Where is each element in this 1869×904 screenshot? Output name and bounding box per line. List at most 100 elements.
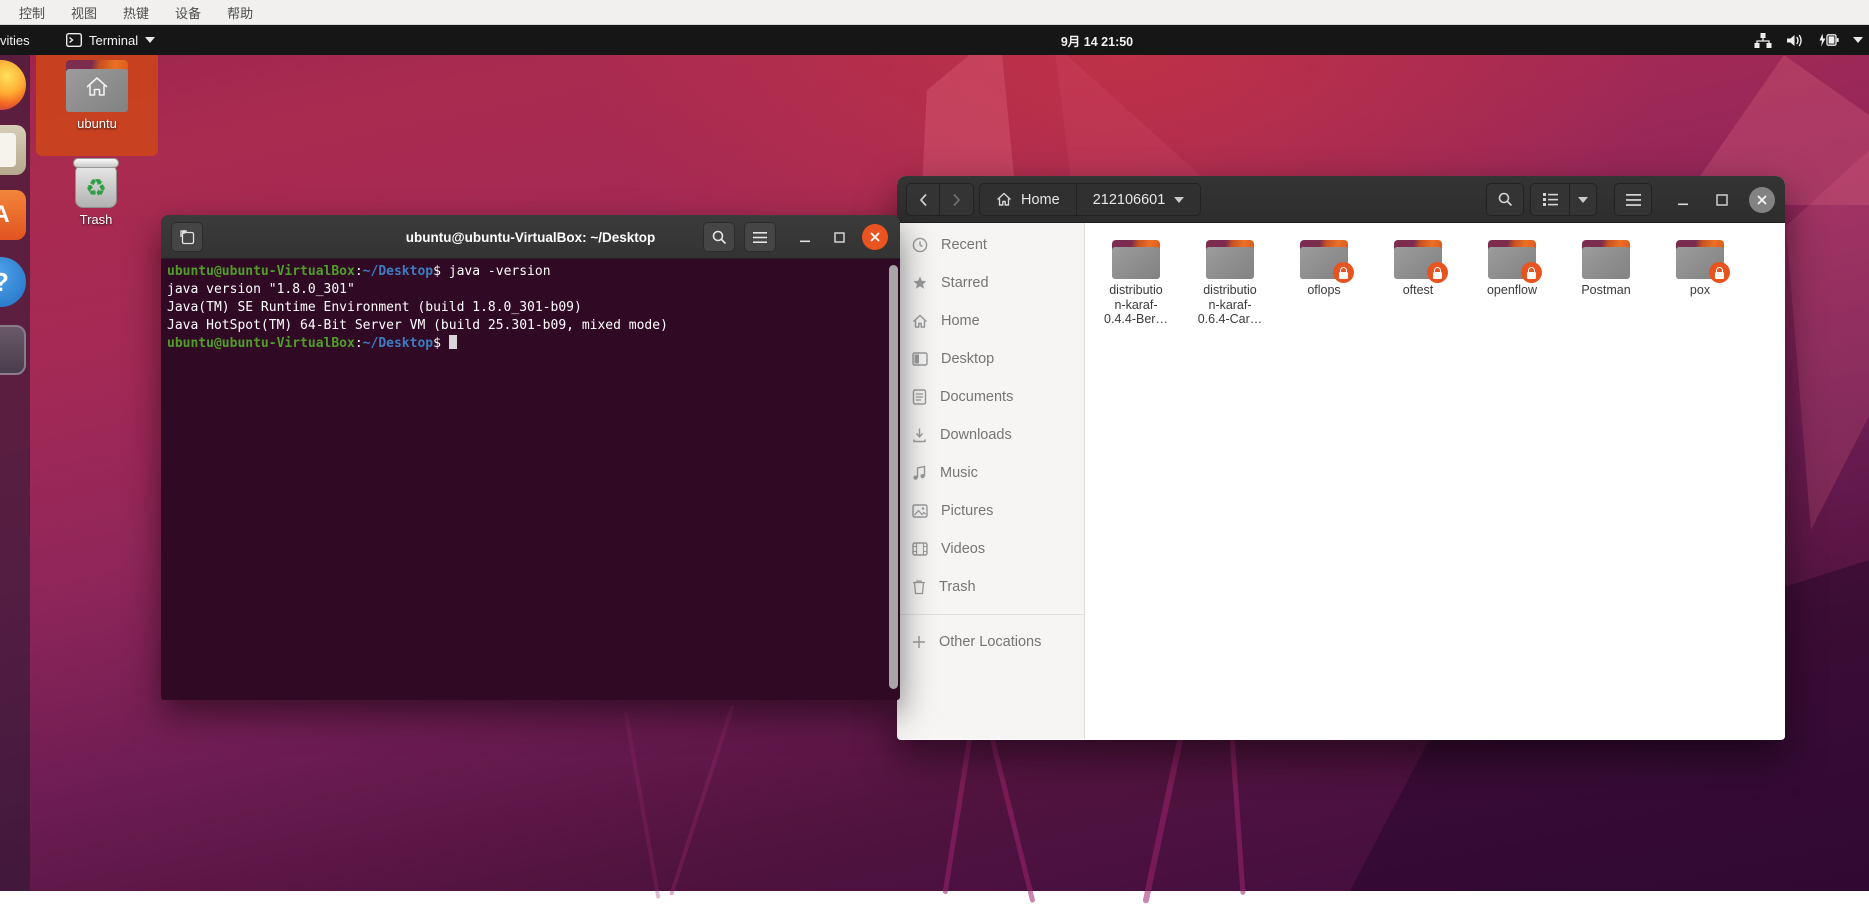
forward-button[interactable] bbox=[940, 183, 974, 216]
close-button[interactable] bbox=[1749, 187, 1775, 213]
system-tray[interactable] bbox=[1754, 25, 1863, 55]
menu-view[interactable]: 视图 bbox=[71, 3, 97, 22]
folder-item[interactable]: oflops bbox=[1277, 240, 1371, 298]
plus-icon bbox=[912, 635, 926, 649]
back-button[interactable] bbox=[906, 183, 940, 216]
lock-emblem bbox=[1427, 262, 1448, 283]
folder-item[interactable]: openflow bbox=[1465, 240, 1559, 298]
document-icon bbox=[912, 389, 927, 405]
minimize-button[interactable] bbox=[794, 231, 816, 243]
lock-emblem bbox=[1333, 262, 1354, 283]
hamburger-menu-button[interactable] bbox=[1614, 183, 1652, 216]
sidebar-item-downloads[interactable]: Downloads bbox=[897, 416, 1084, 454]
focused-app-label: Terminal bbox=[89, 33, 138, 48]
pictures-icon bbox=[912, 504, 928, 518]
menu-input[interactable]: 热键 bbox=[123, 3, 149, 22]
virtualbox-menubar: 控制 视图 热键 设备 帮助 bbox=[0, 0, 1869, 25]
prompt-symbol: $ bbox=[433, 336, 441, 351]
dock: A ? bbox=[0, 55, 30, 891]
close-button[interactable] bbox=[862, 224, 888, 250]
maximize-button[interactable] bbox=[828, 232, 850, 243]
sidebar-label: Recent bbox=[941, 237, 987, 253]
terminal-line: ubuntu@ubuntu-VirtualBox:~/Desktop$ java… bbox=[167, 263, 894, 281]
sidebar-item-documents[interactable]: Documents bbox=[897, 378, 1084, 416]
prompt-path: ~/Desktop bbox=[363, 336, 433, 351]
chevron-down-icon bbox=[145, 37, 155, 43]
terminal-menu-button[interactable] bbox=[744, 222, 776, 252]
gnome-top-bar: vities Terminal 9月 14 21:50 bbox=[0, 25, 1869, 55]
sidebar-item-home[interactable]: Home bbox=[897, 302, 1084, 340]
search-icon bbox=[712, 230, 727, 245]
path-segment-label: 212106601 bbox=[1093, 192, 1166, 208]
new-tab-button[interactable] bbox=[171, 222, 203, 252]
folder-icon bbox=[66, 60, 128, 112]
lock-emblem bbox=[1709, 262, 1730, 283]
clock-icon bbox=[912, 237, 928, 253]
list-view-icon bbox=[1543, 193, 1558, 206]
trash-icon bbox=[912, 579, 926, 595]
star-icon bbox=[912, 275, 928, 291]
maximize-button[interactable] bbox=[1710, 194, 1734, 206]
folder-name: distributio n-karaf- 0.4.4-Ber… bbox=[1104, 283, 1168, 327]
sidebar-label: Videos bbox=[941, 541, 985, 557]
terminal-header-bar[interactable]: ubuntu@ubuntu-VirtualBox: ~/Desktop bbox=[161, 215, 900, 259]
sidebar-label: Trash bbox=[939, 579, 976, 595]
sidebar-label: Starred bbox=[941, 275, 989, 291]
view-options-button[interactable] bbox=[1570, 183, 1597, 216]
folder-item[interactable]: oftest bbox=[1371, 240, 1465, 298]
dock-help-icon[interactable]: ? bbox=[0, 257, 26, 307]
search-button[interactable] bbox=[1486, 183, 1524, 216]
folder-item[interactable]: pox bbox=[1653, 240, 1747, 298]
terminal-content[interactable]: ubuntu@ubuntu-VirtualBox:~/Desktop$ java… bbox=[161, 259, 900, 700]
files-window: Home 212106601 bbox=[897, 176, 1785, 740]
files-sidebar: Recent Starred Home Desktop bbox=[897, 223, 1085, 739]
path-segment-current[interactable]: 212106601 bbox=[1076, 184, 1201, 215]
sidebar-item-pictures[interactable]: Pictures bbox=[897, 492, 1084, 530]
menu-help[interactable]: 帮助 bbox=[227, 3, 253, 22]
terminal-window: ubuntu@ubuntu-VirtualBox: ~/Desktop bbox=[161, 215, 900, 700]
menu-machine[interactable]: 控制 bbox=[19, 3, 45, 22]
menu-devices[interactable]: 设备 bbox=[175, 3, 201, 22]
activities-button[interactable]: vities bbox=[0, 25, 30, 55]
sidebar-label: Documents bbox=[940, 389, 1013, 405]
prompt-user: ubuntu@ubuntu-VirtualBox bbox=[167, 264, 355, 279]
desktop-icon-trash[interactable]: ♻ Trash bbox=[58, 158, 134, 227]
folder-item[interactable]: distributio n-karaf- 0.6.4-Car… bbox=[1183, 240, 1277, 327]
close-icon bbox=[869, 231, 881, 243]
sidebar-item-recent[interactable]: Recent bbox=[897, 226, 1084, 264]
sidebar-item-videos[interactable]: Videos bbox=[897, 530, 1084, 568]
focused-app-menu[interactable]: Terminal bbox=[66, 25, 155, 55]
sidebar-item-desktop[interactable]: Desktop bbox=[897, 340, 1084, 378]
wallpaper-line bbox=[624, 711, 661, 899]
chevron-down-icon bbox=[1853, 37, 1863, 43]
files-header-bar[interactable]: Home 212106601 bbox=[897, 176, 1785, 223]
folder-item[interactable]: distributio n-karaf- 0.4.4-Ber… bbox=[1089, 240, 1183, 327]
wallpaper-line bbox=[1229, 735, 1245, 895]
folder-name: distributio n-karaf- 0.6.4-Car… bbox=[1198, 283, 1263, 327]
clock[interactable]: 9月 14 21:50 bbox=[1032, 25, 1162, 55]
path-segment-home[interactable]: Home bbox=[980, 184, 1076, 215]
terminal-line: Java HotSpot(TM) 64-Bit Server VM (build… bbox=[167, 317, 894, 335]
wallpaper-line bbox=[669, 704, 735, 895]
sidebar-item-music[interactable]: Music bbox=[897, 454, 1084, 492]
sidebar-item-trash[interactable]: Trash bbox=[897, 568, 1084, 606]
sidebar-item-other-locations[interactable]: Other Locations bbox=[897, 623, 1084, 661]
sidebar-item-starred[interactable]: Starred bbox=[897, 264, 1084, 302]
hamburger-icon bbox=[1626, 194, 1641, 206]
sidebar-label: Other Locations bbox=[939, 634, 1041, 650]
terminal-line: Java(TM) SE Runtime Environment (build 1… bbox=[167, 299, 894, 317]
list-view-button[interactable] bbox=[1530, 183, 1570, 216]
dock-firefox-icon[interactable] bbox=[0, 60, 26, 110]
terminal-line: ubuntu@ubuntu-VirtualBox:~/Desktop$ bbox=[167, 335, 894, 353]
minimize-button[interactable] bbox=[1671, 194, 1695, 206]
terminal-search-button[interactable] bbox=[703, 222, 735, 252]
desktop-icon-ubuntu[interactable]: ubuntu bbox=[36, 51, 158, 156]
folder-name: Postman bbox=[1581, 283, 1630, 298]
dock-ubuntu-software-icon[interactable]: A bbox=[0, 190, 26, 240]
dock-app-window-icon[interactable] bbox=[0, 325, 26, 375]
dock-files-icon[interactable] bbox=[0, 125, 26, 175]
terminal-command: java -version bbox=[441, 264, 551, 279]
folder-item[interactable]: Postman bbox=[1559, 240, 1653, 298]
terminal-scrollbar[interactable] bbox=[889, 265, 898, 689]
files-content-area[interactable]: distributio n-karaf- 0.4.4-Ber… distribu… bbox=[1085, 223, 1785, 739]
